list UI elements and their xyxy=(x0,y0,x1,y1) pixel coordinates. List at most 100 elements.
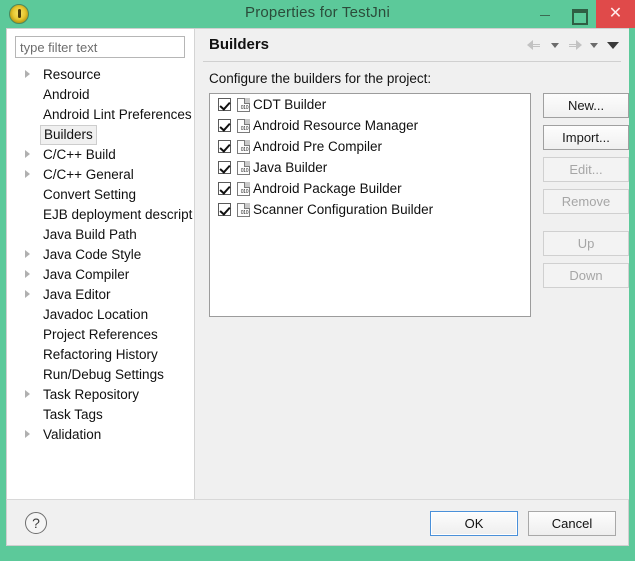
minimize-button[interactable] xyxy=(530,0,560,28)
tree-item[interactable]: Builders xyxy=(7,125,193,145)
dialog-footer: ? OK Cancel xyxy=(6,499,629,546)
tree-item-label: Java Code Style xyxy=(43,247,142,262)
expand-arrow-icon[interactable] xyxy=(25,250,30,258)
filter-input[interactable] xyxy=(15,36,185,58)
builder-row[interactable]: Android Pre Compiler xyxy=(210,136,530,157)
tree-item-label: EJB deployment descript xyxy=(43,207,193,222)
properties-dialog-window: Properties for TestJni ✕ Resource Android… xyxy=(0,0,635,561)
view-menu-chevron-down-icon[interactable] xyxy=(605,35,621,55)
tree-item[interactable]: Java Build Path xyxy=(7,225,193,245)
builder-row[interactable]: Java Builder xyxy=(210,157,530,178)
binary-file-icon xyxy=(237,182,251,196)
tree-item[interactable]: Android xyxy=(7,85,193,105)
tree-item-label: Android xyxy=(43,87,90,102)
tree-item[interactable]: Task Repository xyxy=(7,385,193,405)
tree-item[interactable]: Java Editor xyxy=(7,285,193,305)
expand-arrow-icon[interactable] xyxy=(25,290,30,298)
tree-item-label: Task Repository xyxy=(43,387,140,402)
binary-file-icon xyxy=(237,203,251,217)
close-icon: ✕ xyxy=(608,5,623,22)
tree-item-label: Validation xyxy=(43,427,102,442)
tree-item-label: Android Lint Preferences xyxy=(43,107,192,122)
builder-name: Android Resource Manager xyxy=(253,118,419,133)
builders-list[interactable]: CDT Builder Android Resource Manager Andro… xyxy=(209,93,531,317)
tree-item[interactable]: Android Lint Preferences xyxy=(7,105,193,125)
tree-item[interactable]: C/C++ Build xyxy=(7,145,193,165)
page-title: Builders xyxy=(209,36,270,53)
builder-checkbox[interactable] xyxy=(218,203,231,216)
builder-row[interactable]: Android Package Builder xyxy=(210,178,530,199)
builder-name: Android Pre Compiler xyxy=(253,139,383,154)
tree-item[interactable]: EJB deployment descript xyxy=(7,205,193,225)
expand-arrow-icon[interactable] xyxy=(25,430,30,438)
binary-file-icon xyxy=(237,98,251,112)
builder-checkbox[interactable] xyxy=(218,161,231,174)
forward-history-chevron-down-icon[interactable] xyxy=(587,35,601,55)
move-up-button[interactable]: Up xyxy=(543,231,629,256)
tree-item[interactable]: Task Tags xyxy=(7,405,193,425)
tree-item-label: Javadoc Location xyxy=(43,307,149,322)
ok-button[interactable]: OK xyxy=(430,511,518,536)
remove-button[interactable]: Remove xyxy=(543,189,629,214)
expand-arrow-icon[interactable] xyxy=(25,390,30,398)
builder-row[interactable]: CDT Builder xyxy=(210,94,530,115)
builder-name: Scanner Configuration Builder xyxy=(253,202,434,217)
builder-checkbox[interactable] xyxy=(218,182,231,195)
binary-file-icon xyxy=(237,119,251,133)
builder-row[interactable]: Android Resource Manager xyxy=(210,115,530,136)
new-button[interactable]: New... xyxy=(543,93,629,118)
cancel-button[interactable]: Cancel xyxy=(528,511,616,536)
tree-item-label: Java Build Path xyxy=(43,227,137,242)
maximize-button[interactable] xyxy=(563,0,593,28)
expand-arrow-icon[interactable] xyxy=(25,170,30,178)
tree-item[interactable]: Java Code Style xyxy=(7,245,193,265)
tree-item-label: Project References xyxy=(43,327,158,342)
builder-name: CDT Builder xyxy=(253,97,327,112)
title-bar: Properties for TestJni ✕ xyxy=(0,0,635,28)
help-icon[interactable]: ? xyxy=(25,512,47,534)
page-nav-icons xyxy=(527,35,621,55)
tree-item-label: C/C++ Build xyxy=(43,147,116,162)
expand-arrow-icon[interactable] xyxy=(25,270,30,278)
builder-name: Java Builder xyxy=(253,160,328,175)
tree-item-label: C/C++ General xyxy=(43,167,134,182)
tree-item-label: Convert Setting xyxy=(43,187,137,202)
builder-row[interactable]: Scanner Configuration Builder xyxy=(210,199,530,220)
builders-page: Builders Configure the builders for the … xyxy=(195,29,629,528)
tree-item-label: Resource xyxy=(43,67,101,82)
move-down-button[interactable]: Down xyxy=(543,263,629,288)
expand-arrow-icon[interactable] xyxy=(25,150,30,158)
edit-button[interactable]: Edit... xyxy=(543,157,629,182)
tree-item[interactable]: Refactoring History xyxy=(7,345,193,365)
import-button[interactable]: Import... xyxy=(543,125,629,150)
builder-checkbox[interactable] xyxy=(218,140,231,153)
back-history-chevron-down-icon[interactable] xyxy=(548,35,562,55)
page-header: Builders xyxy=(195,29,629,61)
tree-item-label: Refactoring History xyxy=(43,347,158,362)
tree-item[interactable]: Javadoc Location xyxy=(7,305,193,325)
arrow-right-icon[interactable] xyxy=(566,35,583,55)
tree-item[interactable]: Project References xyxy=(7,325,193,345)
tree-item[interactable]: Run/Debug Settings xyxy=(7,365,193,385)
tree-item[interactable]: Validation xyxy=(7,425,193,445)
tree-item-label: Run/Debug Settings xyxy=(43,367,164,382)
tree-item-label: Builders xyxy=(40,125,97,145)
tree-item[interactable]: C/C++ General xyxy=(7,165,193,185)
builder-name: Android Package Builder xyxy=(253,181,402,196)
binary-file-icon xyxy=(237,161,251,175)
settings-tree[interactable]: Resource Android Android Lint Preferences B… xyxy=(7,65,193,463)
close-button[interactable]: ✕ xyxy=(596,0,635,28)
tree-item[interactable]: Java Compiler xyxy=(7,265,193,285)
tree-item-label: Java Editor xyxy=(43,287,111,302)
tree-item[interactable]: Convert Setting xyxy=(7,185,193,205)
builder-checkbox[interactable] xyxy=(218,98,231,111)
binary-file-icon xyxy=(237,140,251,154)
dialog-content: ResourceAndroidAndroid Lint PreferencesB… xyxy=(6,28,629,528)
tree-item[interactable]: Resource xyxy=(7,65,193,85)
builder-checkbox[interactable] xyxy=(218,119,231,132)
arrow-left-icon[interactable] xyxy=(527,35,543,55)
tree-item-label: Java Compiler xyxy=(43,267,130,282)
settings-tree-panel: Resource Android Android Lint Preferences B… xyxy=(7,29,193,522)
header-divider xyxy=(203,61,621,62)
expand-arrow-icon[interactable] xyxy=(25,70,30,78)
